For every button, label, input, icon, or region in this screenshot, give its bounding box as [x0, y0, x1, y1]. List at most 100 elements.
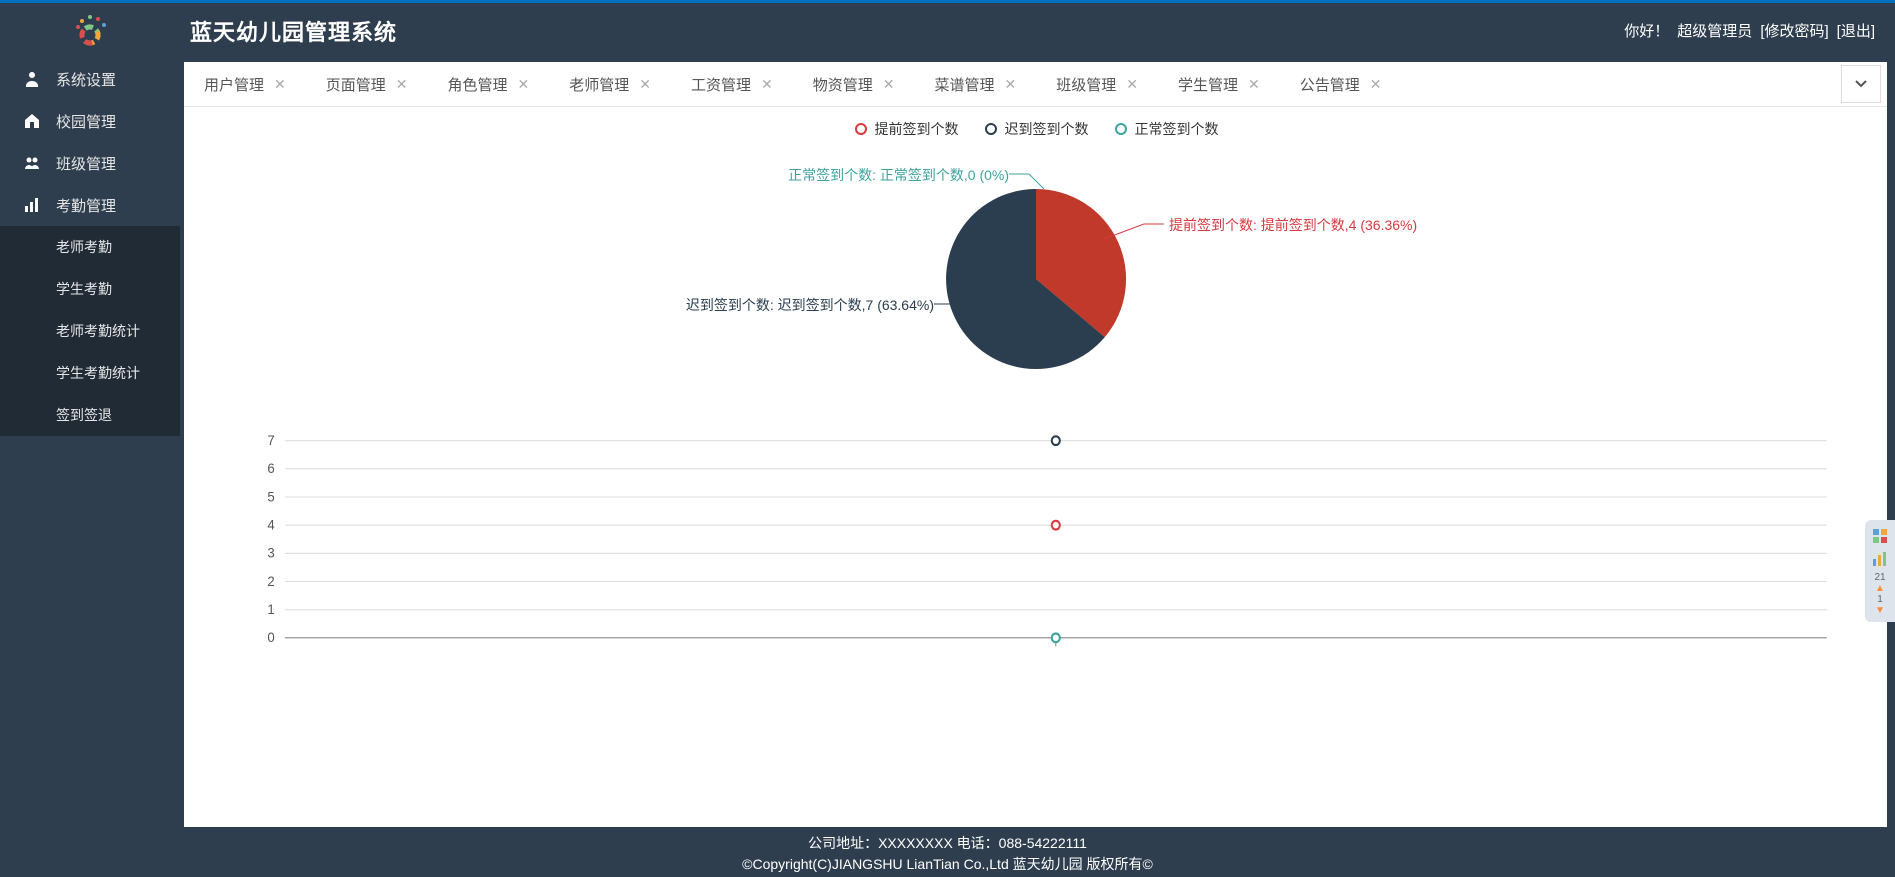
arrow-down-icon: ▼: [1867, 605, 1893, 616]
tabs-more-button[interactable]: [1841, 65, 1881, 103]
tab-class-mgmt[interactable]: 班级管理 ✕: [1036, 62, 1158, 106]
legend-label: 提前签到个数: [875, 119, 959, 139]
line-chart: 0 1 2 3 4 5 6 7: [224, 419, 1847, 679]
footer-line1: 公司地址：XXXXXXXX 电话：088-54222111: [0, 833, 1895, 854]
sidebar-item-attendance[interactable]: 考勤管理: [0, 184, 180, 226]
tab-student-mgmt[interactable]: 学生管理 ✕: [1158, 62, 1280, 106]
legend-item-late[interactable]: 迟到签到个数: [983, 119, 1089, 139]
tab-menu-mgmt[interactable]: 菜谱管理 ✕: [915, 62, 1037, 106]
tab-role-mgmt[interactable]: 角色管理 ✕: [428, 62, 550, 106]
tab-teacher-mgmt[interactable]: 老师管理 ✕: [549, 62, 671, 106]
sidebar-item-system[interactable]: 系统设置: [0, 58, 180, 100]
tab-label: 公告管理: [1300, 74, 1360, 95]
widget-num2: 1: [1867, 594, 1893, 605]
sidebar-item-label: 系统设置: [56, 69, 116, 90]
close-icon[interactable]: ✕: [1248, 76, 1260, 93]
widget-icon: [1870, 526, 1890, 546]
pie-label-normal: 正常签到个数: 正常签到个数,0 (0%): [788, 165, 1009, 185]
sidebar-item-class[interactable]: 班级管理: [0, 142, 180, 184]
pie-chart: 提前签到个数: 提前签到个数,4 (36.36%) 迟到签到个数: 迟到签到个数…: [184, 139, 1887, 419]
user-role: 超级管理员: [1677, 20, 1752, 41]
side-widget[interactable]: 21 ▲ 1 ▼: [1865, 520, 1895, 622]
widget-icon2: [1870, 549, 1890, 569]
tab-material-mgmt[interactable]: 物资管理 ✕: [793, 62, 915, 106]
widget-num1: 21: [1867, 572, 1893, 583]
svg-text:6: 6: [267, 461, 274, 476]
legend-marker-icon: [983, 128, 999, 130]
svg-text:1: 1: [267, 602, 274, 617]
sidebar-sub-label: 签到签退: [56, 405, 112, 425]
pie-label-late: 迟到签到个数: 迟到签到个数,7 (63.64%): [686, 295, 934, 315]
legend-marker-icon: [1113, 128, 1129, 130]
legend-label: 正常签到个数: [1135, 119, 1219, 139]
sidebar-sub-label: 学生考勤: [56, 279, 112, 299]
line-point-late[interactable]: [1052, 436, 1060, 445]
header: 蓝天幼儿园管理系统 你好！ 超级管理员 [修改密码] [退出]: [0, 3, 1895, 58]
tab-label: 物资管理: [813, 74, 873, 95]
sidebar-submenu: 老师考勤 学生考勤 老师考勤统计 学生考勤统计 签到签退: [0, 226, 180, 436]
sidebar-sub-student-attendance[interactable]: 学生考勤: [0, 268, 180, 310]
sidebar-sub-label: 老师考勤: [56, 237, 112, 257]
close-icon[interactable]: ✕: [639, 76, 651, 93]
sidebar-item-campus[interactable]: 校园管理: [0, 100, 180, 142]
close-icon[interactable]: ✕: [761, 76, 773, 93]
logo-icon: [70, 11, 110, 51]
tab-label: 页面管理: [326, 74, 386, 95]
close-icon[interactable]: ✕: [1005, 76, 1017, 93]
svg-text:5: 5: [267, 489, 274, 504]
footer-line2: ©Copyright(C)JIANGSHU LianTian Co.,Ltd 蓝…: [0, 854, 1895, 875]
tab-user-mgmt[interactable]: 用户管理 ✕: [184, 62, 306, 106]
tab-label: 班级管理: [1056, 74, 1116, 95]
sidebar-sub-teacher-stats[interactable]: 老师考勤统计: [0, 310, 180, 352]
header-right: 你好！ 超级管理员 [修改密码] [退出]: [1624, 20, 1875, 41]
logout-link[interactable]: [退出]: [1837, 20, 1875, 41]
close-icon[interactable]: ✕: [1126, 76, 1138, 93]
change-password-link[interactable]: [修改密码]: [1760, 20, 1828, 41]
tab-notice-mgmt[interactable]: 公告管理 ✕: [1280, 62, 1402, 106]
pie-legend: 提前签到个数 迟到签到个数 正常签到个数: [184, 119, 1887, 139]
group-icon: [20, 154, 44, 172]
svg-text:7: 7: [267, 433, 274, 448]
tab-salary-mgmt[interactable]: 工资管理 ✕: [671, 62, 793, 106]
app-title: 蓝天幼儿园管理系统: [190, 15, 397, 47]
tab-label: 角色管理: [448, 74, 508, 95]
tab-label: 学生管理: [1178, 74, 1238, 95]
close-icon[interactable]: ✕: [1370, 76, 1382, 93]
close-icon[interactable]: ✕: [518, 76, 530, 93]
sidebar-sub-label: 学生考勤统计: [56, 363, 140, 383]
greeting: 你好！: [1624, 20, 1669, 41]
sidebar-sub-checkin[interactable]: 签到签退: [0, 394, 180, 436]
pie-label-early: 提前签到个数: 提前签到个数,4 (36.36%): [1169, 215, 1417, 235]
sidebar-sub-label: 老师考勤统计: [56, 321, 140, 341]
tab-label: 用户管理: [204, 74, 264, 95]
legend-item-early[interactable]: 提前签到个数: [853, 119, 959, 139]
svg-text:2: 2: [267, 573, 274, 588]
close-icon[interactable]: ✕: [274, 76, 286, 93]
close-icon[interactable]: ✕: [396, 76, 408, 93]
sidebar-item-label: 班级管理: [56, 153, 116, 174]
footer: 公司地址：XXXXXXXX 电话：088-54222111 ©Copyright…: [0, 827, 1895, 877]
arrow-up-icon: ▲: [1867, 583, 1893, 594]
sidebar-item-label: 校园管理: [56, 111, 116, 132]
user-icon: [20, 70, 44, 88]
tabs-bar: 用户管理 ✕ 页面管理 ✕ 角色管理 ✕ 老师管理 ✕ 工资管理 ✕ 物资管理 ✕ 菜谱管理…: [184, 62, 1887, 107]
tab-label: 菜谱管理: [935, 74, 995, 95]
close-icon[interactable]: ✕: [883, 76, 895, 93]
home-icon: [20, 112, 44, 130]
tab-page-mgmt[interactable]: 页面管理 ✕: [306, 62, 428, 106]
main-panel: 提前签到个数 迟到签到个数 正常签到个数: [184, 107, 1887, 827]
tab-label: 老师管理: [569, 74, 629, 95]
tab-label: 工资管理: [691, 74, 751, 95]
legend-marker-icon: [853, 128, 869, 130]
line-point-normal[interactable]: [1052, 634, 1060, 643]
line-point-early[interactable]: [1052, 521, 1060, 530]
svg-text:4: 4: [267, 517, 275, 532]
sidebar-sub-student-stats[interactable]: 学生考勤统计: [0, 352, 180, 394]
sidebar: 系统设置 校园管理 班级管理 考勤管理 老师考勤 学生考勤: [0, 58, 180, 827]
sidebar-sub-teacher-attendance[interactable]: 老师考勤: [0, 226, 180, 268]
legend-label: 迟到签到个数: [1005, 119, 1089, 139]
legend-item-normal[interactable]: 正常签到个数: [1113, 119, 1219, 139]
svg-text:0: 0: [267, 630, 275, 645]
svg-text:3: 3: [267, 545, 274, 560]
sidebar-item-label: 考勤管理: [56, 195, 116, 216]
